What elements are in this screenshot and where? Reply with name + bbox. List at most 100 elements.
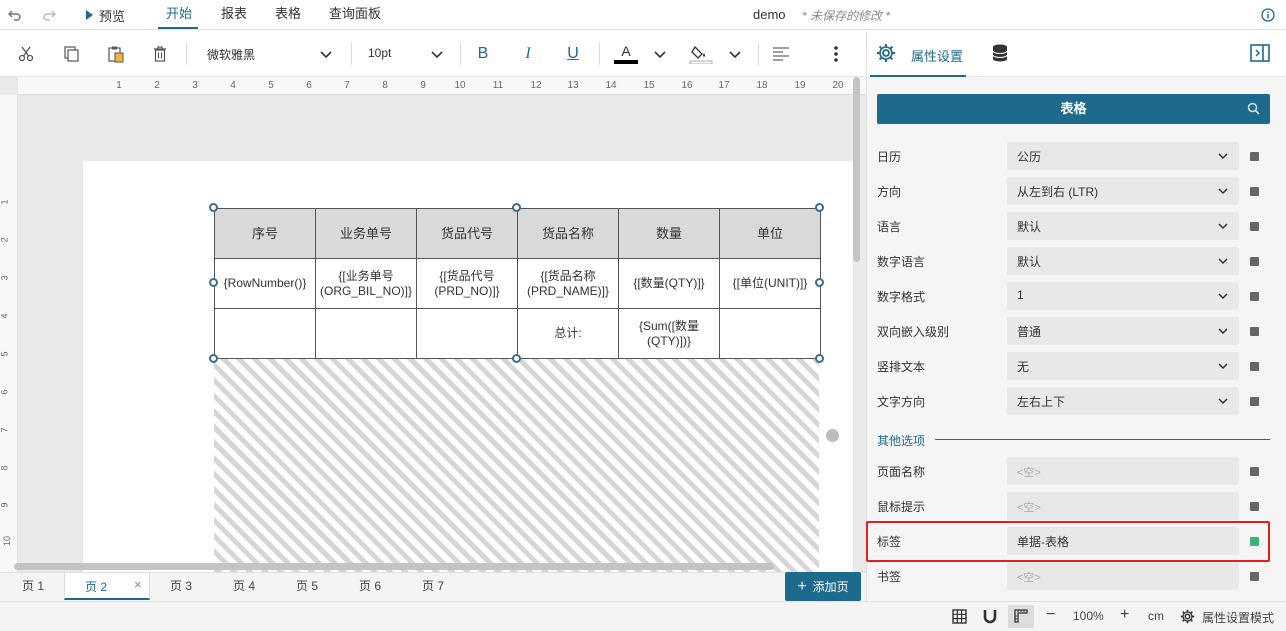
ruler-toggle-icon[interactable] xyxy=(1008,605,1034,628)
header-cell[interactable]: 货品代号 xyxy=(416,208,518,259)
table-cell[interactable] xyxy=(416,308,518,359)
gear-icon[interactable] xyxy=(1180,609,1195,624)
page-tab-active[interactable]: 页 2 × xyxy=(64,572,150,600)
add-page-button[interactable]: + 添加页 xyxy=(785,572,861,601)
table-cell[interactable] xyxy=(315,308,417,359)
ruler-tick: 7 xyxy=(0,427,10,433)
chevron-down-icon[interactable] xyxy=(724,43,746,65)
properties-mode-label[interactable]: 属性设置模式 xyxy=(1202,609,1274,626)
italic-button[interactable]: I xyxy=(517,43,539,65)
table-cell[interactable]: {[货品代号(PRD_NO)]} xyxy=(416,258,518,309)
writing-mode-select[interactable]: 左右上下 xyxy=(1007,387,1239,415)
gear-icon[interactable] xyxy=(876,43,896,63)
font-size-select[interactable]: 10pt xyxy=(368,46,391,60)
zoom-out-button[interactable]: − xyxy=(1046,606,1055,624)
resize-handle[interactable] xyxy=(209,278,218,287)
ruler-tick: 9 xyxy=(420,80,426,91)
bidi-level-select[interactable]: 普通 xyxy=(1007,317,1239,345)
underline-button[interactable]: U xyxy=(562,43,584,65)
tab-table[interactable]: 表格 xyxy=(275,0,301,30)
page-tab[interactable]: 页 3 xyxy=(170,573,192,601)
table-cell[interactable] xyxy=(214,308,316,359)
snap-magnet-icon[interactable] xyxy=(983,609,997,624)
chevron-down-icon[interactable] xyxy=(426,43,448,65)
close-icon[interactable]: × xyxy=(134,577,142,592)
table-cell[interactable]: 总计: xyxy=(517,308,619,359)
info-icon[interactable] xyxy=(1259,6,1277,24)
table-cell[interactable]: {RowNumber()} xyxy=(214,258,316,309)
page-tab[interactable]: 页 4 xyxy=(233,573,255,601)
header-cell[interactable]: 业务单号 xyxy=(315,208,417,259)
resize-handle[interactable] xyxy=(512,203,521,212)
page-tab[interactable]: 页 6 xyxy=(359,573,381,601)
header-cell[interactable]: 数量 xyxy=(618,208,720,259)
table-cell[interactable]: {Sum([数量(QTY)])} xyxy=(618,308,720,359)
delete-icon[interactable] xyxy=(149,43,171,65)
database-icon[interactable] xyxy=(990,43,1010,63)
copy-icon[interactable] xyxy=(60,43,82,65)
resize-handle[interactable] xyxy=(815,354,824,363)
header-cell[interactable]: 序号 xyxy=(214,208,316,259)
table-cell[interactable]: {[业务单号(ORG_BIL_NO)]} xyxy=(315,258,417,309)
header-cell[interactable]: 货品名称 xyxy=(517,208,619,259)
resize-handle[interactable] xyxy=(209,354,218,363)
header-cell[interactable]: 单位 xyxy=(719,208,821,259)
redo-icon[interactable] xyxy=(40,6,58,24)
bold-button[interactable]: B xyxy=(472,43,494,65)
page-tab[interactable]: 页 1 xyxy=(22,573,44,601)
zoom-in-button[interactable]: + xyxy=(1120,606,1129,624)
horizontal-scrollbar[interactable] xyxy=(14,563,774,570)
undo-icon[interactable] xyxy=(6,6,24,24)
property-label: 数字语言 xyxy=(877,255,926,269)
table-cell[interactable] xyxy=(719,308,821,359)
table-placeholder-area[interactable] xyxy=(214,359,819,572)
collapse-panel-icon[interactable] xyxy=(1250,44,1270,62)
property-row-calendar: 日历 公历 xyxy=(867,138,1286,173)
property-status-dot-active xyxy=(1250,537,1259,546)
calendar-select[interactable]: 公历 xyxy=(1007,142,1239,170)
chevron-down-icon[interactable] xyxy=(649,43,671,65)
unit-selector[interactable]: cm xyxy=(1148,609,1164,623)
tab-properties[interactable]: 属性设置 xyxy=(911,46,963,65)
zoom-level[interactable]: 100% xyxy=(1073,609,1104,623)
ruler-tick: 2 xyxy=(0,237,10,243)
align-left-icon[interactable] xyxy=(770,43,792,65)
vertical-scrollbar[interactable] xyxy=(853,77,860,262)
tab-report[interactable]: 报表 xyxy=(221,0,247,30)
resize-handle[interactable] xyxy=(815,203,824,212)
page-tab[interactable]: 页 7 xyxy=(422,573,444,601)
table-cell[interactable]: {[数量(QTY)]} xyxy=(618,258,720,309)
paste-icon[interactable] xyxy=(105,43,127,65)
font-family-select[interactable]: 微软雅黑 xyxy=(207,46,255,63)
resize-handle[interactable] xyxy=(815,278,824,287)
side-handle[interactable] xyxy=(826,429,839,442)
label-field[interactable]: 单据-表格 xyxy=(1007,527,1239,555)
font-color-button[interactable]: A xyxy=(613,43,639,65)
tab-start[interactable]: 开始 xyxy=(166,0,192,30)
page-name-field[interactable]: <空> xyxy=(1007,457,1239,485)
tooltip-field[interactable]: <空> xyxy=(1007,492,1239,520)
direction-select[interactable]: 从左到右 (LTR) xyxy=(1007,177,1239,205)
more-options-icon[interactable] xyxy=(825,43,847,65)
grid-icon[interactable] xyxy=(952,609,967,624)
number-format-select[interactable]: 1 xyxy=(1007,282,1239,310)
report-page[interactable]: 序号 业务单号 货品代号 货品名称 数量 单位 {RowNumber()} {[… xyxy=(83,161,853,572)
report-table[interactable]: 序号 业务单号 货品代号 货品名称 数量 单位 {RowNumber()} {[… xyxy=(214,208,821,359)
resize-handle[interactable] xyxy=(209,203,218,212)
page-tab[interactable]: 页 5 xyxy=(296,573,318,601)
language-select[interactable]: 默认 xyxy=(1007,212,1239,240)
property-label: 文字方向 xyxy=(877,395,926,409)
cut-icon[interactable] xyxy=(15,43,37,65)
search-icon[interactable] xyxy=(1247,102,1260,115)
table-cell[interactable]: {[货品名称(PRD_NAME)]} xyxy=(517,258,619,309)
table-cell[interactable]: {[单位(UNIT)]} xyxy=(719,258,821,309)
tab-query-panel[interactable]: 查询面板 xyxy=(329,0,381,30)
element-selector[interactable]: 表格 xyxy=(877,94,1270,124)
bookmark-field[interactable]: <空> xyxy=(1007,562,1239,590)
number-language-select[interactable]: 默认 xyxy=(1007,247,1239,275)
fill-color-icon[interactable] xyxy=(688,43,714,65)
chevron-down-icon[interactable] xyxy=(315,43,337,65)
vertical-text-select[interactable]: 无 xyxy=(1007,352,1239,380)
resize-handle[interactable] xyxy=(512,354,521,363)
preview-button[interactable]: 预览 xyxy=(86,0,125,30)
